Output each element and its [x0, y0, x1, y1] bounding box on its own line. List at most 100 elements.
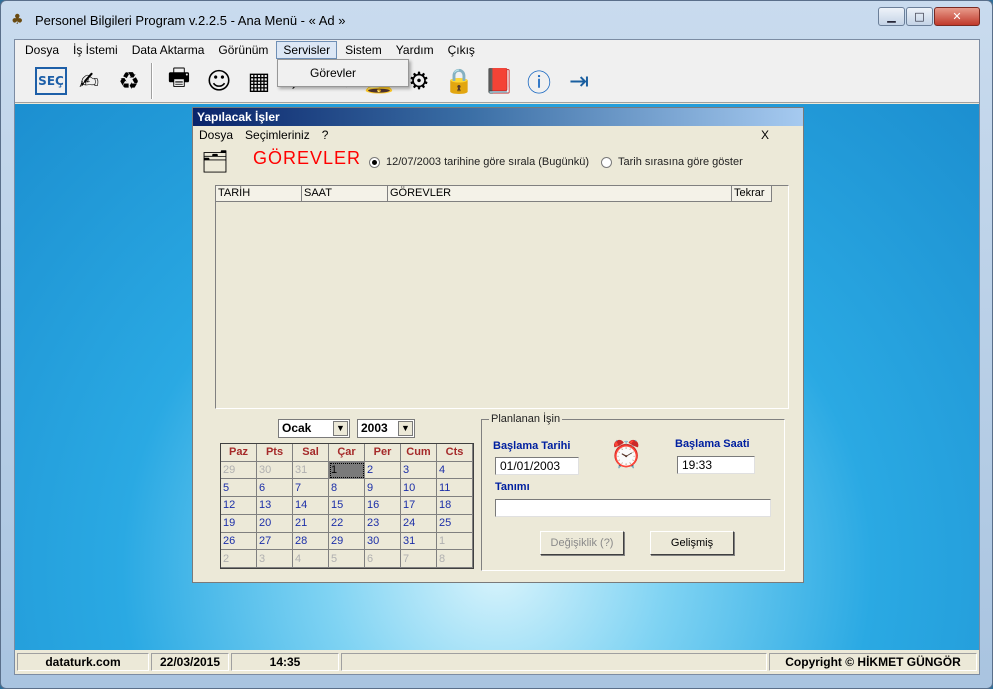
sort-chronological-label[interactable]: Tarih sırasına göre göster [618, 156, 743, 168]
title-bar[interactable]: ♣ Personel Bilgileri Program v.2.2.5 - A… [1, 1, 992, 39]
calendar-day[interactable]: 29 [329, 532, 365, 551]
calendar-day[interactable]: 3 [401, 461, 437, 480]
calendar-day[interactable]: 6 [257, 479, 293, 498]
calendar-day[interactable]: 10 [401, 479, 437, 498]
dialog-close-button[interactable]: X [761, 128, 769, 142]
calendar-day[interactable]: 16 [365, 497, 401, 515]
calendar-day[interactable]: 19 [221, 514, 257, 533]
calendar-day[interactable]: 4 [437, 461, 473, 480]
window-title: Personel Bilgileri Program v.2.2.5 - Ana… [35, 12, 346, 28]
chevron-down-icon[interactable]: ▼ [333, 421, 348, 436]
sort-chronological-radio[interactable] [601, 156, 613, 168]
calendar-day[interactable]: 28 [293, 532, 329, 551]
dialog-title[interactable]: Yapılacak İşler [193, 108, 803, 126]
menu-item-gorevler[interactable]: Görevler [310, 66, 356, 80]
calendar-day[interactable]: 30 [365, 532, 401, 551]
calendar-day[interactable]: 17 [401, 497, 437, 515]
calendar-day-header: Sal [293, 444, 329, 462]
month-value: Ocak [282, 421, 312, 435]
menu-sistem[interactable]: Sistem [339, 42, 388, 58]
maximize-button[interactable]: □ [906, 7, 933, 26]
calendar-day[interactable]: 29 [221, 461, 257, 480]
calendar-day[interactable]: 5 [329, 550, 365, 568]
calendar-day[interactable]: 22 [329, 514, 365, 533]
menu-is-istemi[interactable]: İş İstemi [67, 42, 124, 58]
calendar-day[interactable]: 21 [293, 514, 329, 533]
menu-yardim[interactable]: Yardım [390, 42, 440, 58]
calendar-day[interactable]: 31 [401, 532, 437, 551]
exit-icon[interactable]: ⇥ [561, 62, 597, 100]
calendar-day[interactable]: 23 [365, 514, 401, 533]
calendar-day[interactable]: 11 [437, 479, 473, 498]
write-icon[interactable]: ✍ [71, 62, 107, 100]
minimize-button[interactable]: ▁ [878, 7, 905, 26]
col-saat[interactable]: SAAT [302, 186, 388, 202]
dialog-menu-secimleriniz[interactable]: Seçimleriniz [245, 128, 310, 142]
start-date-label: Başlama Tarihi [493, 440, 571, 452]
lock-icon[interactable]: 🔒 [441, 62, 477, 100]
calendar-day[interactable]: 24 [401, 514, 437, 533]
calendar-day[interactable]: 26 [221, 532, 257, 551]
col-tekrar[interactable]: Tekrar [732, 186, 772, 202]
tasks-list-header: TARİH SAAT GÖREVLER Tekrar [216, 186, 788, 202]
start-date-field[interactable]: 01/01/2003 [495, 457, 579, 475]
calendar-day[interactable]: 1 [437, 532, 473, 551]
chevron-down-icon[interactable]: ▼ [398, 421, 413, 436]
calendar-day[interactable]: 15 [329, 497, 365, 515]
calendar-day[interactable]: 4 [293, 550, 329, 568]
dialog-menu-dosya[interactable]: Dosya [199, 128, 233, 142]
planlanan-isin-group: Planlanan İşin Başlama Tarihi 01/01/2003… [481, 413, 785, 571]
calendar-day[interactable]: 14 [293, 497, 329, 515]
tasks-icon: 🗂 [201, 150, 229, 175]
menu-dosya[interactable]: Dosya [19, 42, 65, 58]
toolbar-separator [151, 62, 153, 99]
maximize-icon: □ [914, 10, 925, 23]
calendar-day[interactable]: 7 [293, 479, 329, 498]
menu-servisler[interactable]: Servisler [276, 40, 338, 59]
menu-gorunum[interactable]: Görünüm [212, 42, 274, 58]
month-select[interactable]: Ocak ▼ [278, 419, 350, 438]
sort-options: 12/07/2003 tarihine göre sırala (Bugünkü… [369, 156, 743, 168]
calendar-day[interactable]: 8 [329, 479, 365, 498]
calendar-day[interactable]: 13 [257, 497, 293, 515]
calendar-day[interactable]: 8 [437, 550, 473, 568]
table-icon[interactable]: ▦ [241, 62, 277, 100]
toolbar: SEÇ ✍ ♻ 🖶 ☺ ▦ ⌕ ✎ 🔔 ⚙ 🔒 📕 ⓘ ⇥ [15, 59, 979, 103]
calendar-day[interactable]: 9 [365, 479, 401, 498]
sort-by-date-label[interactable]: 12/07/2003 tarihine göre sırala (Bugünkü… [386, 156, 589, 168]
calendar-day[interactable]: 3 [257, 550, 293, 568]
calendar-day[interactable]: 2 [221, 550, 257, 568]
calendar-day[interactable]: 18 [437, 497, 473, 515]
menu-data-aktarma[interactable]: Data Aktarma [126, 42, 211, 58]
tasks-list[interactable]: TARİH SAAT GÖREVLER Tekrar [215, 185, 789, 409]
book-icon[interactable]: 📕 [481, 62, 517, 100]
person-icon[interactable]: ☺ [201, 62, 237, 100]
dialog-menu-help[interactable]: ? [322, 128, 329, 142]
degisiklik-button[interactable]: Değişiklik (?) [540, 531, 624, 555]
calendar-day[interactable]: 7 [401, 550, 437, 568]
secin-icon[interactable]: SEÇ [35, 66, 67, 95]
calendar-day[interactable]: 31 [293, 461, 329, 480]
info-icon[interactable]: ⓘ [521, 62, 557, 100]
calendar-day[interactable]: 6 [365, 550, 401, 568]
start-time-field[interactable]: 19:33 [677, 456, 755, 474]
description-field[interactable] [495, 499, 771, 517]
calendar-day[interactable]: 27 [257, 532, 293, 551]
printer-icon[interactable]: 🖶 [161, 62, 197, 100]
col-gorevler[interactable]: GÖREVLER [388, 186, 732, 202]
gelismis-button[interactable]: Gelişmiş [650, 531, 734, 555]
calendar-day[interactable]: 5 [221, 479, 257, 498]
calendar-day[interactable]: 2 [365, 461, 401, 480]
description-label: Tanımı [495, 481, 530, 493]
year-select[interactable]: 2003 ▼ [357, 419, 415, 438]
close-button[interactable]: ✕ [934, 7, 980, 26]
recycle-icon[interactable]: ♻ [111, 62, 147, 100]
calendar-day[interactable]: 25 [437, 514, 473, 533]
calendar-day[interactable]: 30 [257, 461, 293, 480]
sort-by-date-radio[interactable] [369, 156, 380, 168]
col-tarih[interactable]: TARİH [216, 186, 302, 202]
calendar-day[interactable]: 1 [329, 461, 365, 480]
menu-cikis[interactable]: Çıkış [442, 42, 481, 58]
calendar-day[interactable]: 20 [257, 514, 293, 533]
calendar-day[interactable]: 12 [221, 497, 257, 515]
